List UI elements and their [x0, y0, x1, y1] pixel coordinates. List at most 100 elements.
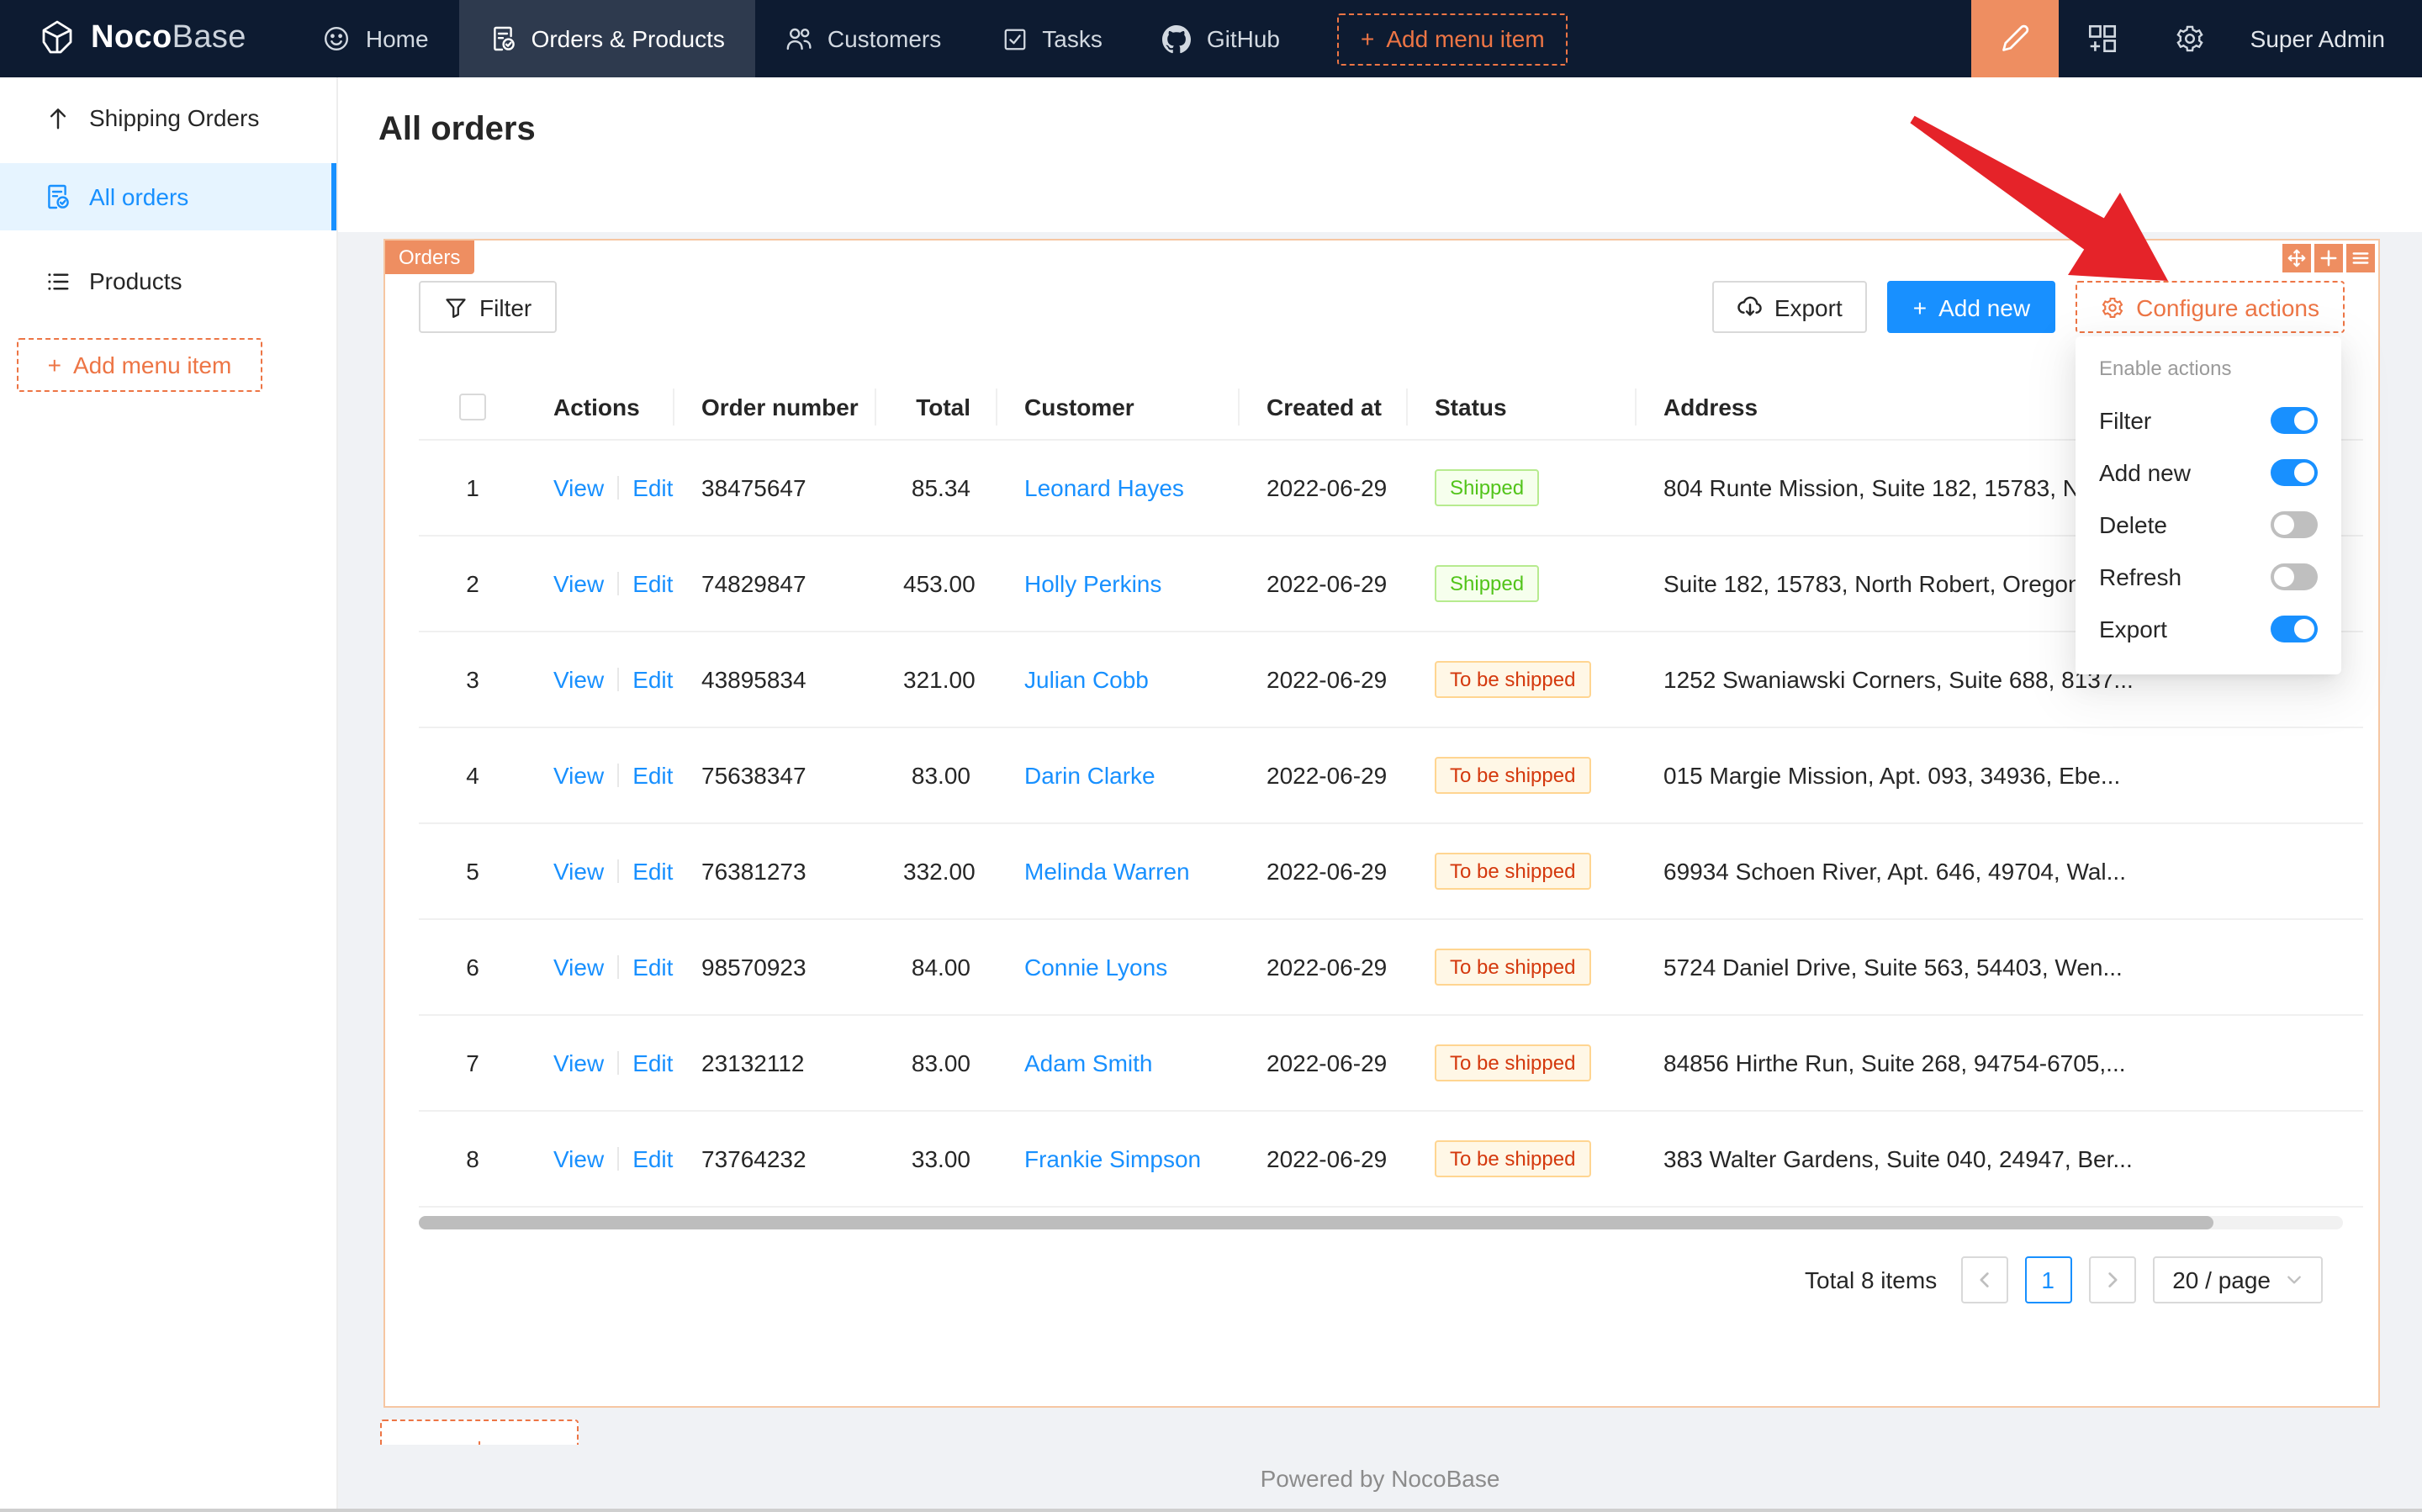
column-header-customer: Customer [997, 375, 1240, 439]
toggle-filter[interactable] [2271, 406, 2318, 433]
status-badge: To be shipped [1435, 756, 1590, 793]
divider [617, 1146, 619, 1170]
view-link[interactable]: View [553, 953, 604, 980]
view-link[interactable]: View [553, 1145, 604, 1171]
toggle-delete[interactable] [2271, 510, 2318, 537]
configure-actions-button[interactable]: Configure actions [2076, 281, 2345, 333]
people-icon [785, 25, 812, 52]
edit-link[interactable]: Edit [632, 473, 673, 500]
status-badge: To be shipped [1435, 1139, 1590, 1176]
customer-link[interactable]: Julian Cobb [1024, 665, 1149, 692]
add-block-button[interactable]: + Add block [380, 1419, 579, 1445]
row-index-cell: 3 [419, 631, 526, 727]
nav-item-github[interactable]: GitHub [1133, 0, 1310, 77]
list-icon [44, 268, 71, 293]
toggle-refresh[interactable] [2271, 563, 2318, 589]
view-link[interactable]: View [553, 569, 604, 596]
page-header: All orders [338, 77, 2422, 232]
status-badge: To be shipped [1435, 660, 1590, 697]
add-new-button[interactable]: + Add new [1888, 281, 2055, 333]
pagination-prev-button[interactable] [1960, 1256, 2007, 1303]
status-cell: To be shipped [1408, 727, 1637, 822]
pagination-next-button[interactable] [2088, 1256, 2135, 1303]
toggle-export[interactable] [2271, 615, 2318, 642]
nav-item-orders-products[interactable]: Orders & Products [459, 0, 755, 77]
customer-link[interactable]: Melinda Warren [1024, 857, 1190, 884]
customer-link[interactable]: Leonard Hayes [1024, 473, 1184, 500]
row-actions-cell: View Edit [526, 439, 674, 535]
block-menu-icon[interactable] [2346, 244, 2375, 272]
enable-actions-dropdown: Enable actions FilterAdd newDeleteRefres… [2076, 336, 2341, 674]
table-row-3: 3ViewEdit43895834321.00Julian Cobb2022-0… [419, 631, 2363, 727]
table-header-row: ActionsOrder numberTotalCustomerCreated … [419, 375, 2363, 439]
user-menu[interactable]: Super Admin [2234, 25, 2422, 52]
order-number-cell: 73764232 [674, 1110, 876, 1206]
customer-link[interactable]: Connie Lyons [1024, 953, 1167, 980]
pagination-total: Total 8 items [1805, 1266, 1937, 1293]
navbar-add-menu-item-button[interactable]: + Add menu item [1337, 13, 1568, 65]
drag-handle-icon[interactable] [2282, 244, 2311, 272]
sidebar-item-shipping-orders[interactable]: Shipping Orders [0, 84, 336, 151]
created-at-cell: 2022-06-29 [1240, 631, 1408, 727]
window-bottom-edge [0, 1509, 2422, 1512]
customer-link[interactable]: Frankie Simpson [1024, 1145, 1201, 1171]
nocobase-cube-icon [37, 19, 77, 59]
plugin-manager-button[interactable] [2059, 0, 2146, 77]
customer-cell: Leonard Hayes [997, 439, 1240, 535]
edit-link[interactable]: Edit [632, 1049, 673, 1076]
address-cell: 5724 Daniel Drive, Suite 563, 54403, Wen… [1637, 918, 2363, 1014]
row-index-cell: 2 [419, 535, 526, 631]
sidebar-item-products[interactable]: Products [0, 247, 336, 315]
filter-button[interactable]: Filter [419, 281, 557, 333]
horizontal-scrollbar-thumb[interactable] [419, 1216, 2213, 1229]
edit-link[interactable]: Edit [632, 665, 673, 692]
total-cell: 332.00 [876, 822, 997, 918]
toggle-add-new[interactable] [2271, 458, 2318, 485]
edit-link[interactable]: Edit [632, 761, 673, 788]
customer-link[interactable]: Holly Perkins [1024, 569, 1161, 596]
powered-by-footer: Powered by NocoBase [338, 1465, 2422, 1492]
nav-item-home[interactable]: Home [293, 0, 459, 77]
status-badge: To be shipped [1435, 1044, 1590, 1081]
export-button[interactable]: Export [1712, 281, 1868, 333]
settings-button[interactable] [2146, 0, 2234, 77]
filter-funnel-icon [444, 295, 468, 319]
nocobase-logo[interactable]: NocoBase [37, 19, 246, 59]
row-index-cell: 1 [419, 439, 526, 535]
customer-cell: Adam Smith [997, 1014, 1240, 1110]
edit-link[interactable]: Edit [632, 1145, 673, 1171]
initializer-plus-icon[interactable] [2314, 244, 2343, 272]
view-link[interactable]: View [553, 473, 604, 500]
divider [617, 667, 619, 690]
enable-action-export: Export [2099, 602, 2318, 654]
edit-link[interactable]: Edit [632, 569, 673, 596]
divider [617, 571, 619, 595]
page-size-select[interactable]: 20 / page [2152, 1256, 2323, 1303]
customer-link[interactable]: Adam Smith [1024, 1049, 1153, 1076]
nav-item-customers[interactable]: Customers [755, 0, 971, 77]
status-cell: To be shipped [1408, 1110, 1637, 1206]
sidebar-add-menu-item-button[interactable]: + Add menu item [17, 338, 262, 392]
customer-cell: Connie Lyons [997, 918, 1240, 1014]
view-link[interactable]: View [553, 857, 604, 884]
select-all-checkbox[interactable] [459, 394, 486, 420]
edit-link[interactable]: Edit [632, 857, 673, 884]
order-number-cell: 38475647 [674, 439, 876, 535]
column-header-total: Total [876, 375, 997, 439]
edit-link[interactable]: Edit [632, 953, 673, 980]
row-index-cell: 7 [419, 1014, 526, 1110]
nav-item-tasks[interactable]: Tasks [971, 0, 1133, 77]
customer-link[interactable]: Darin Clarke [1024, 761, 1155, 788]
order-number-cell: 75638347 [674, 727, 876, 822]
highlighter-pen-icon [2000, 24, 2030, 54]
view-link[interactable]: View [553, 1049, 604, 1076]
address-cell: 015 Margie Mission, Apt. 093, 34936, Ebe… [1637, 727, 2363, 822]
view-link[interactable]: View [553, 761, 604, 788]
address-cell: 383 Walter Gardens, Suite 040, 24947, Be… [1637, 1110, 2363, 1206]
sidebar-item-all-orders[interactable]: All orders [0, 163, 336, 230]
view-link[interactable]: View [553, 665, 604, 692]
sidebar-items: Shipping Orders All orders Products [0, 84, 336, 315]
enable-action-refresh: Refresh [2099, 550, 2318, 602]
ui-editor-button[interactable] [1971, 0, 2059, 77]
pagination-page-1[interactable]: 1 [2024, 1256, 2071, 1303]
